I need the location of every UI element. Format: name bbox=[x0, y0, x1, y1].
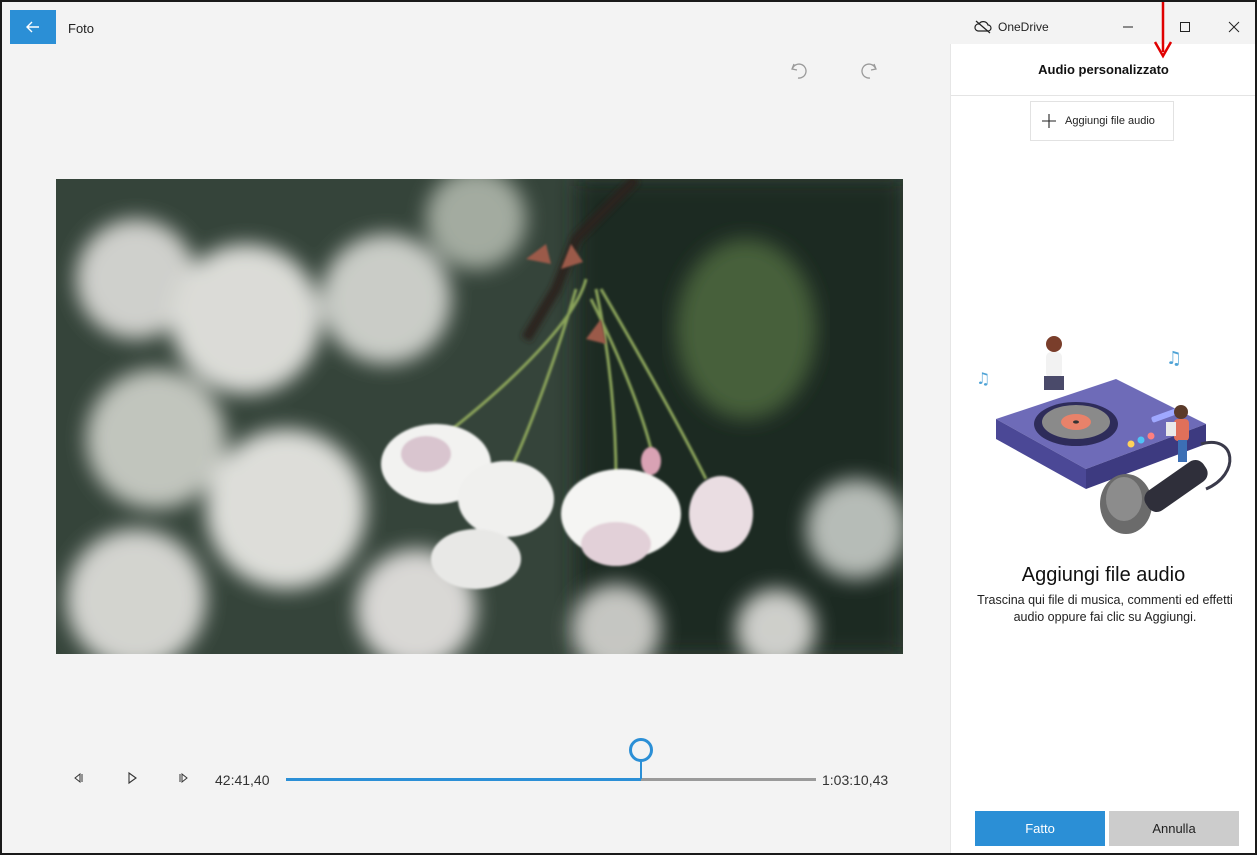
play-button[interactable] bbox=[122, 768, 142, 788]
seek-handle[interactable] bbox=[629, 738, 654, 762]
app-title: Foto bbox=[68, 21, 95, 36]
onedrive-label: OneDrive bbox=[998, 20, 1049, 34]
minimize-icon bbox=[1123, 26, 1133, 28]
title-bar: Foto bbox=[2, 2, 1255, 44]
svg-text:♫: ♫ bbox=[1166, 348, 1182, 369]
add-audio-file-button[interactable]: Aggiungi file audio bbox=[1030, 101, 1174, 141]
seek-progress bbox=[286, 778, 642, 781]
plus-icon bbox=[1042, 114, 1056, 128]
seek-handle-stem bbox=[640, 760, 643, 779]
redo-icon bbox=[861, 63, 877, 79]
onedrive-offline-icon bbox=[974, 20, 992, 34]
current-time: 42:41,40 bbox=[215, 772, 270, 788]
done-button[interactable]: Fatto bbox=[975, 811, 1105, 846]
back-button[interactable] bbox=[10, 10, 56, 44]
minimize-button[interactable] bbox=[1117, 16, 1139, 38]
panel-title: Audio personalizzato bbox=[951, 44, 1255, 96]
step-forward-icon bbox=[179, 772, 188, 784]
dj-turntable-illustration: ♫ ♫ bbox=[976, 336, 1232, 534]
svg-text:♫: ♫ bbox=[976, 369, 990, 388]
empty-state-description: Trascina qui file di musica, commenti ed… bbox=[977, 593, 1233, 624]
redo-button[interactable] bbox=[858, 58, 882, 82]
undo-button[interactable] bbox=[786, 58, 810, 82]
play-icon bbox=[128, 771, 137, 785]
step-back-icon bbox=[74, 772, 83, 784]
flower-photo bbox=[56, 179, 903, 654]
previous-frame-button[interactable] bbox=[70, 768, 90, 788]
undo-icon bbox=[791, 63, 807, 79]
onedrive-status[interactable]: OneDrive bbox=[974, 20, 1049, 34]
back-arrow-icon bbox=[26, 21, 39, 33]
video-preview[interactable] bbox=[56, 179, 903, 654]
app-window: Foto 42:41,40 1:03:10,43 OneDrive Audio … bbox=[0, 0, 1257, 855]
empty-state-title: Aggiungi file audio bbox=[1021, 564, 1186, 586]
maximize-icon bbox=[1180, 22, 1190, 32]
annotation-arrow-icon bbox=[1153, 2, 1173, 59]
maximize-button[interactable] bbox=[1174, 16, 1196, 38]
total-time: 1:03:10,43 bbox=[822, 772, 889, 788]
close-button[interactable] bbox=[1223, 16, 1245, 38]
close-icon bbox=[1228, 21, 1240, 33]
next-frame-button[interactable] bbox=[172, 768, 192, 788]
cancel-button[interactable]: Annulla bbox=[1109, 811, 1239, 846]
custom-audio-panel: Audio personalizzato Aggiungi file audio bbox=[950, 44, 1255, 853]
add-audio-file-label: Aggiungi file audio bbox=[1065, 115, 1155, 127]
